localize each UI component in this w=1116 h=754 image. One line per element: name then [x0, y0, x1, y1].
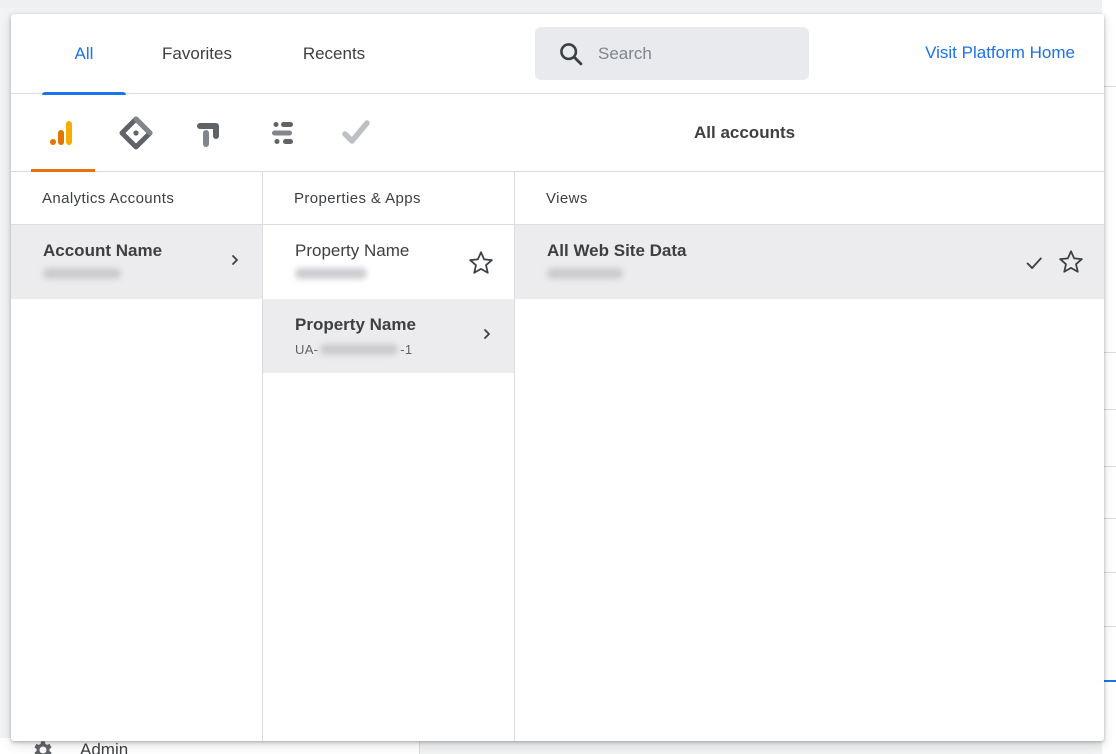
chevron-right-icon [232, 255, 238, 265]
data-studio-icon [272, 121, 293, 144]
search-input[interactable] [598, 43, 788, 64]
redacted-tracking-id [320, 344, 399, 355]
visit-platform-home-link[interactable]: Visit Platform Home [925, 43, 1075, 63]
property-tracking-id: UA- -1 [295, 342, 514, 357]
background-right-edge [1102, 0, 1116, 754]
property-item[interactable]: Property Name UA- -1 [263, 299, 514, 373]
picker-columns: Analytics Accounts Account Name Properti… [11, 172, 1104, 741]
properties-column-header: Properties & Apps [263, 172, 514, 225]
search-box[interactable] [535, 27, 809, 80]
admin-label: Admin [80, 740, 129, 754]
views-column-header: Views [515, 172, 1104, 225]
tab-favorites[interactable]: Favorites [144, 14, 250, 93]
tracking-id-suffix: -1 [400, 342, 413, 357]
account-picker-popup: All Favorites Recents Visit Platform Hom… [11, 14, 1104, 741]
tab-all-label: All [74, 43, 94, 63]
background-top-bar [0, 0, 1116, 8]
redacted-property-id [295, 268, 367, 279]
view-name: All Web Site Data [547, 241, 687, 260]
product-surveys[interactable] [324, 94, 388, 171]
tab-all[interactable]: All [42, 14, 126, 95]
chevron-right-icon [484, 329, 490, 339]
star-outline-icon[interactable] [467, 249, 495, 277]
star-outline-icon[interactable] [1057, 248, 1085, 276]
analytics-icon [50, 120, 72, 145]
view-item[interactable]: All Web Site Data [515, 225, 1104, 299]
account-id-redacted [43, 268, 262, 279]
tab-favorites-label: Favorites [162, 43, 232, 63]
search-icon [560, 42, 583, 65]
tab-recents[interactable]: Recents [287, 14, 381, 93]
redacted-account-id [43, 268, 121, 279]
surveys-check-icon [342, 119, 370, 144]
accounts-column-header: Analytics Accounts [11, 172, 262, 225]
view-id-redacted [547, 268, 1104, 279]
checkmark-icon [1026, 257, 1042, 269]
views-column: Views All Web Site Data [515, 172, 1104, 741]
product-optimize[interactable] [177, 94, 241, 171]
redacted-view-id [547, 268, 623, 279]
optimize-icon [197, 122, 219, 147]
account-item[interactable]: Account Name [11, 225, 262, 299]
tab-recents-label: Recents [302, 43, 366, 63]
product-switcher: All accounts [11, 94, 1104, 172]
tracking-id-prefix: UA- [295, 342, 319, 357]
product-tag-manager[interactable] [104, 94, 168, 171]
accounts-column: Analytics Accounts Account Name [11, 172, 263, 741]
picker-header: All Favorites Recents Visit Platform Hom… [11, 14, 1104, 95]
properties-column: Properties & Apps Property Name Property… [263, 172, 515, 741]
product-data-studio[interactable] [252, 94, 316, 171]
property-item[interactable]: Property Name [263, 225, 514, 299]
tag-manager-icon [119, 116, 153, 149]
all-accounts-label: All accounts [694, 123, 796, 142]
product-analytics[interactable] [31, 94, 95, 172]
